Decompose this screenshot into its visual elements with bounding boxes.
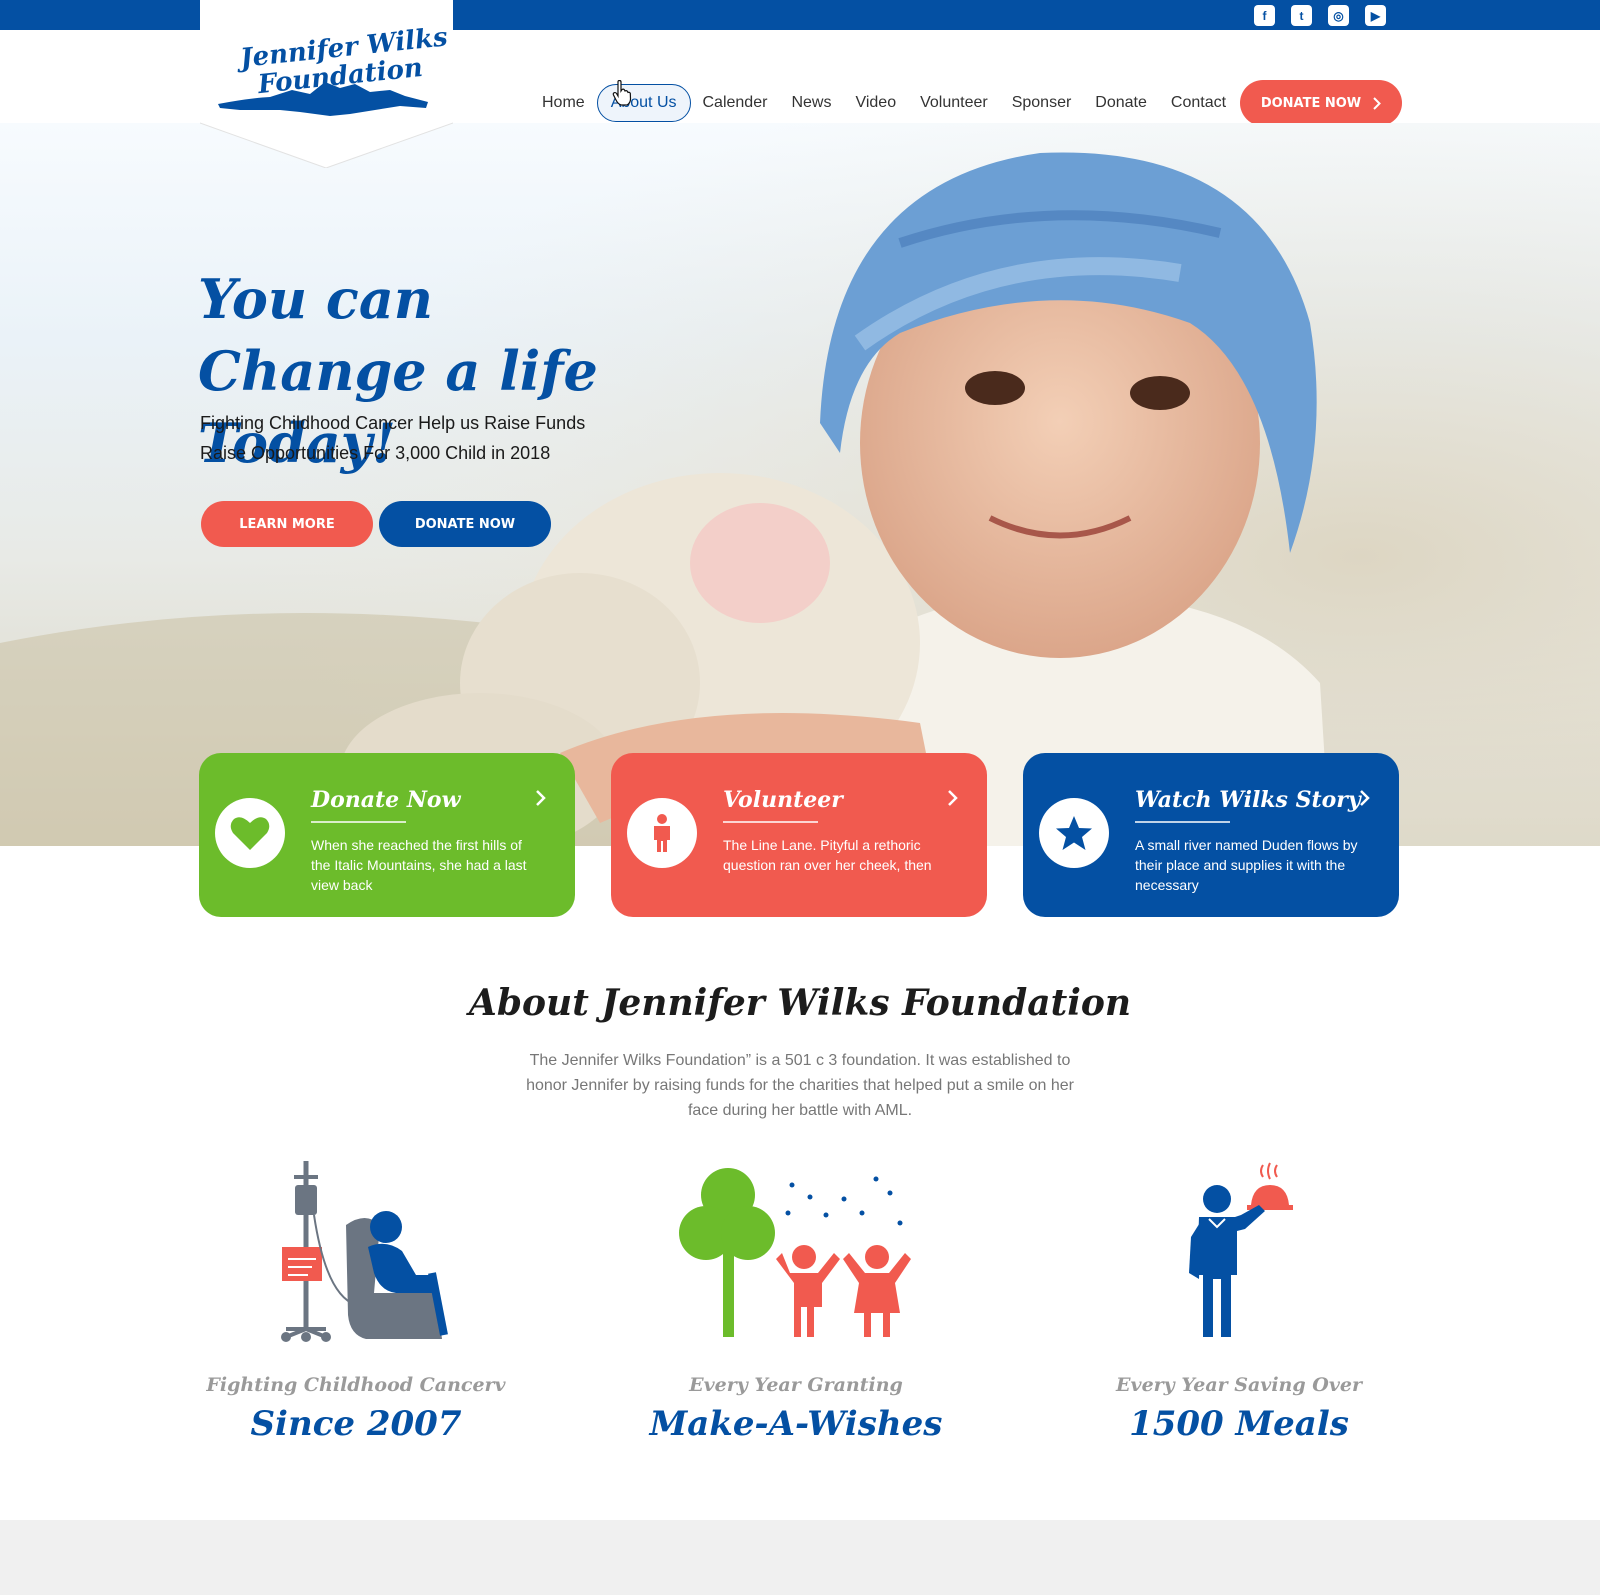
header-donate-label: DONATE NOW — [1260, 95, 1362, 111]
nav-item-video[interactable]: Video — [843, 84, 908, 122]
chevron-right-icon — [948, 790, 958, 806]
next-section-band — [0, 1520, 1600, 1595]
nav-item-contact[interactable]: Contact — [1159, 84, 1238, 122]
hero-section: You can Change a life Today! Fighting Ch… — [0, 123, 1600, 846]
stat-caption: Every Year Granting — [689, 1374, 903, 1396]
chevron-right-icon — [536, 790, 546, 806]
card-icon-circle — [1039, 798, 1109, 868]
card-title: Watch Wilks Story — [1135, 787, 1361, 813]
chemo-chair-icon — [281, 1161, 448, 1342]
waiter-icon — [1189, 1162, 1293, 1337]
nav-item-home[interactable]: Home — [530, 84, 597, 122]
stat-headline: Make-A-Wishes — [649, 1404, 943, 1444]
hero-photo — [0, 123, 1600, 846]
heart-icon — [230, 817, 270, 850]
youtube-icon[interactable]: ▶ — [1365, 5, 1386, 26]
header-donate-button[interactable]: DONATE NOW — [1240, 80, 1402, 126]
facebook-icon[interactable]: f — [1254, 5, 1275, 26]
nav-item-sponser[interactable]: Sponser — [1000, 84, 1084, 122]
card-icon-circle — [627, 798, 697, 868]
card-text: A small river named Duden flows by their… — [1135, 837, 1358, 893]
children-tree-icon — [679, 1168, 911, 1337]
card-title: Volunteer — [723, 787, 843, 813]
nav-item-about-us[interactable]: About Us — [596, 84, 691, 122]
stat-make-a-wishes: Every Year Granting Make-A-Wishes — [626, 1155, 966, 1444]
nav-item-donate[interactable]: Donate — [1083, 84, 1159, 122]
card-text: When she reached the first hills of the … — [311, 837, 527, 893]
card-icon-circle — [215, 798, 285, 868]
social-links: f t ◎ ▶ — [1254, 5, 1386, 26]
stat-headline: Since 2007 — [250, 1404, 462, 1444]
hand-cursor-icon — [612, 80, 632, 106]
card-title-underline — [723, 821, 818, 823]
card-donate-now[interactable]: Donate Now When she reached the first hi… — [199, 753, 575, 917]
main-nav: Home About Us Calender News Video Volunt… — [530, 84, 1238, 122]
chevron-right-icon — [1373, 96, 1382, 110]
card-watch-wilks-story[interactable]: Watch Wilks Story A small river named Du… — [1023, 753, 1399, 917]
nav-item-news[interactable]: News — [779, 84, 843, 122]
stat-headline: 1500 Meals — [1129, 1404, 1349, 1444]
star-icon — [1056, 816, 1092, 850]
nav-item-calender[interactable]: Calender — [691, 84, 780, 122]
stat-1500-meals: Every Year Saving Over 1500 Meals — [1069, 1155, 1409, 1444]
hero-subtitle: Fighting Childhood Cancer Help us Raise … — [200, 413, 586, 463]
logo[interactable]: Jennifer Wilks Foundation — [199, 0, 454, 169]
chevron-right-icon — [1360, 790, 1370, 806]
card-title-underline — [311, 821, 406, 823]
person-icon — [654, 814, 670, 852]
card-title-underline — [1135, 821, 1230, 823]
learn-more-button[interactable]: LEARN MORE — [201, 501, 373, 547]
stat-caption: Every Year Saving Over — [1116, 1374, 1362, 1396]
stat-caption: Fighting Childhood Cancerv — [206, 1374, 506, 1396]
about-text: The Jennifer Wilks Foundation” is a 501 … — [526, 1052, 1074, 1119]
twitter-icon[interactable]: t — [1291, 5, 1312, 26]
card-title: Donate Now — [311, 787, 461, 813]
hero-donate-button[interactable]: DONATE NOW — [379, 501, 551, 547]
stat-since-2007: Fighting Childhood Cancerv Since 2007 — [186, 1155, 526, 1444]
card-text: The Line Lane. Pityful a rethoric questi… — [723, 837, 932, 873]
card-volunteer[interactable]: Volunteer The Line Lane. Pityful a retho… — [611, 753, 987, 917]
nav-item-volunteer[interactable]: Volunteer — [908, 84, 1000, 122]
instagram-icon[interactable]: ◎ — [1328, 5, 1349, 26]
about-title: About Jennifer Wilks Foundation — [468, 982, 1132, 1024]
